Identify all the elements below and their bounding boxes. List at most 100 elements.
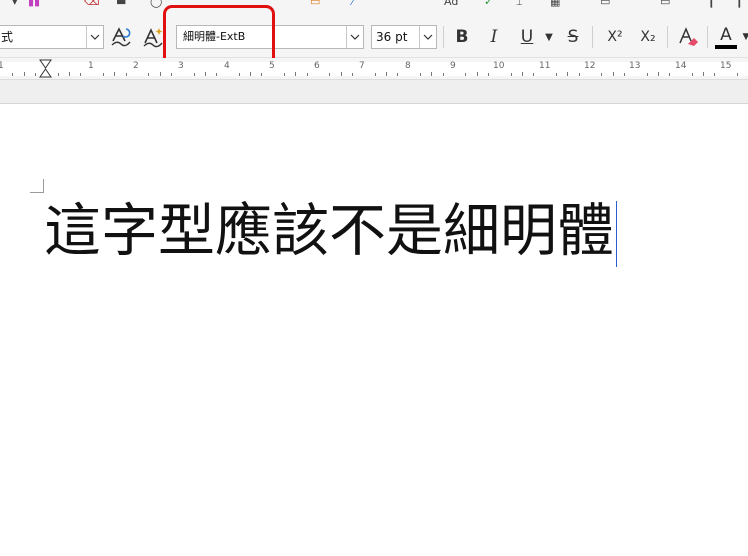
ruler-tick [465,73,467,76]
ruler-tick [170,73,172,76]
subscript-button[interactable]: X₂ [634,23,662,51]
image-icon[interactable]: ▭ [600,0,610,8]
strikethrough-label: S [567,27,579,47]
ruler-tick [238,73,240,76]
superscript-button[interactable]: X² [601,23,629,51]
underline-dropdown[interactable]: ▼ [542,23,556,51]
caret-down-icon: ▼ [742,32,748,42]
column-icon[interactable]: ┃ [736,0,743,8]
chevron-down-icon[interactable] [346,26,363,48]
ruler-tick [691,73,693,76]
update-style-button[interactable] [107,23,135,51]
subscript-label: X₂ [640,29,656,45]
font-color-swatch [715,44,737,49]
superscript-label: X² [607,29,623,45]
ruler-tick [329,73,331,76]
ruler-tick [397,73,399,76]
update-style-icon [111,27,131,47]
ruler-number: 13 [629,61,641,71]
dropdown-arrow-icon[interactable]: ▾ [12,0,18,8]
caret-down-icon: ▼ [545,31,553,43]
column-icon[interactable]: ┃ [708,0,715,8]
chart-icon[interactable]: ▮▮ [28,0,40,8]
ruler-number: 3 [178,61,184,71]
ruler-tick [102,73,104,76]
ruler-tick [510,73,512,76]
document-background [0,80,748,104]
document-text-content[interactable]: 這字型應該不是細明體 [44,198,614,264]
ruler-tick [567,72,569,76]
ruler-tick [669,73,671,76]
ruler-tick [68,72,70,76]
horizontal-ruler[interactable]: 1 1 2 3 4 5 6 7 8 9 10 11 12 13 14 15 [0,58,748,80]
ruler-tick [646,73,648,76]
ruler-tick [34,73,36,76]
ruler-tick [386,72,388,76]
ruler-tick [555,73,557,76]
ruler-tick [57,73,59,76]
italic-button[interactable]: I [481,23,507,51]
ruler-tick [374,73,376,76]
ruler-tick [601,73,603,76]
font-color-button[interactable]: A [712,23,740,51]
ruler-tick [420,73,422,76]
cursor-icon[interactable]: ⌶ [516,0,523,8]
paragraph-style-value[interactable]: 式 [1,26,13,48]
standard-toolbar: ▾ ▮▮ ⌫ ▬ ◯ ▭ ⁄ Ad ✓ ⌶ ▦ ▭ ▭ ┃ ┃ [0,0,748,14]
ruler-number: 11 [539,61,551,71]
toolbar-separator [707,26,708,48]
clear-direct-formatting-button[interactable] [674,23,702,51]
ruler-tick [578,73,580,76]
ruler-tick [703,72,705,76]
font-color-dropdown[interactable]: ▼ [741,23,748,51]
ruler-tick [159,72,161,76]
toolbar-separator [443,26,444,48]
ruler-number: 6 [314,61,320,71]
ruler-tick [261,73,263,76]
bold-label: B [455,27,469,47]
underline-label: U [520,27,534,47]
ruler-tick [12,73,14,76]
link-icon[interactable]: ⁄ [352,0,354,8]
paragraph-style-combo[interactable]: 式 [0,25,104,49]
clear-formatting-icon[interactable]: ⌫ [84,0,100,8]
ruler-tick [114,72,116,76]
text-cursor [616,201,617,268]
ruler-number: 12 [584,61,596,71]
chevron-down-icon[interactable] [86,26,103,48]
bold-button[interactable]: B [449,23,475,51]
paint-icon[interactable]: ▭ [310,0,320,8]
checkmark-icon[interactable]: ✓ [484,0,493,8]
strikethrough-button[interactable]: S [560,23,586,51]
ruler-tick [148,73,150,76]
font-size-combo[interactable]: 36 pt [371,25,437,49]
frame-icon[interactable]: ▭ [660,0,670,8]
printer-icon[interactable]: ▬ [116,0,126,8]
ruler-number: 1 [88,61,94,71]
ruler-tick [442,73,444,76]
ruler-tick [284,73,286,76]
document-page[interactable]: 這字型應該不是細明體 [0,104,748,556]
text-boundary-corner [30,179,44,193]
find-icon[interactable]: ◯ [150,0,162,8]
spell-check-icon[interactable]: Ad [444,0,458,8]
ruler-tick [193,73,195,76]
ruler-tick [533,73,535,76]
eraser-icon [679,27,698,46]
document-text[interactable]: 這字型應該不是細明體 [44,196,617,268]
chevron-down-icon[interactable] [419,26,436,48]
table-icon[interactable]: ▦ [550,0,560,8]
formatting-toolbar: 式 細明體-ExtB 36 pt B I U ▼ S X² X₂ A ▼ [0,14,748,58]
underline-button[interactable]: U [514,23,540,51]
ruler-tick [306,73,308,76]
ruler-tick [431,72,433,76]
ruler-tick [737,73,739,76]
italic-label: I [490,27,498,47]
ruler-number: 8 [405,61,411,71]
new-style-icon [143,28,163,48]
ruler-number: 5 [269,61,275,71]
ruler-tick [204,72,206,76]
indent-marker-icon[interactable] [39,59,52,79]
font-size-value[interactable]: 36 pt [376,26,407,48]
ruler-tick [657,72,659,76]
